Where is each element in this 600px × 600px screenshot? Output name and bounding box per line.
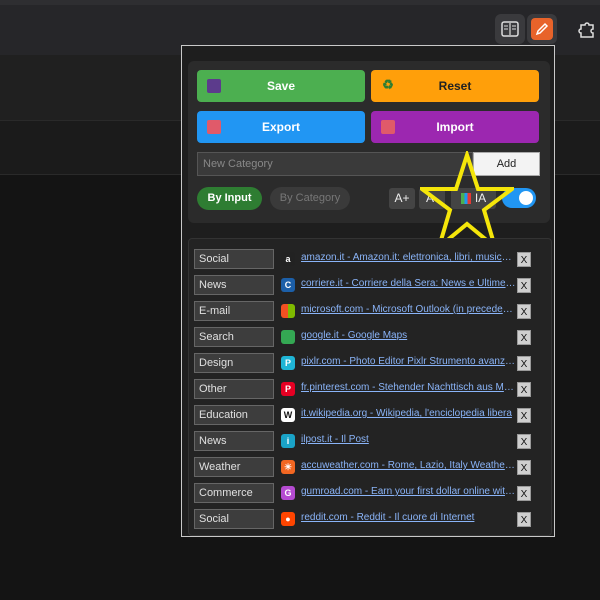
bookmark-link[interactable]: corriere.it - Corriere della Sera: News … — [301, 278, 516, 289]
category-field[interactable]: News — [194, 275, 274, 295]
bookmark-link[interactable]: it.wikipedia.org - Wikipedia, l'enciclop… — [301, 408, 516, 419]
ilpost-icon: i — [281, 434, 295, 448]
recycle-icon: ♻ — [382, 77, 394, 92]
bookmark-link[interactable]: google.it - Google Maps — [301, 330, 516, 341]
star-annotation — [420, 151, 514, 251]
list-item: E-mail microsoft.com - Microsoft Outlook … — [194, 301, 544, 323]
category-field[interactable]: Other — [194, 379, 274, 399]
category-field[interactable]: Weather — [194, 457, 274, 477]
category-field[interactable]: Social — [194, 509, 274, 529]
reset-button[interactable]: ♻ Reset — [371, 70, 539, 102]
tab-strip — [0, 0, 600, 5]
puzzle-extensions-icon[interactable] — [572, 14, 600, 44]
toggle-knob — [519, 191, 533, 205]
reset-label: Reset — [438, 79, 472, 93]
pencil-extension-icon[interactable] — [527, 14, 557, 44]
reddit-icon: ● — [281, 512, 295, 526]
floppy-disk-icon — [207, 79, 221, 93]
bookmark-link[interactable]: accuweather.com - Rome, Lazio, Italy Wea… — [301, 460, 516, 471]
amazon-icon: a — [281, 252, 295, 266]
list-item: Weather ☀ accuweather.com - Rome, Lazio, I… — [194, 457, 544, 479]
corriere-icon: C — [281, 278, 295, 292]
category-field[interactable]: Design — [194, 353, 274, 373]
export-button[interactable]: Export — [197, 111, 365, 143]
bookmark-link[interactable]: gumroad.com - Earn your first dollar onl… — [301, 486, 516, 497]
font-increase-button[interactable]: A+ — [389, 188, 415, 209]
list-item: Search google.it - Google Maps X — [194, 327, 544, 349]
bookmark-list: Social a amazon.it - Amazon.it: elettronic… — [188, 238, 552, 536]
delete-button[interactable]: X — [517, 304, 531, 319]
extension-popup: Save ♻ Reset Export Import New Category … — [181, 45, 555, 537]
category-field[interactable]: Social — [194, 249, 274, 269]
save-label: Save — [266, 79, 296, 93]
category-field[interactable]: E-mail — [194, 301, 274, 321]
save-button[interactable]: Save — [197, 70, 365, 102]
gumroad-icon: G — [281, 486, 295, 500]
delete-button[interactable]: X — [517, 278, 531, 293]
import-label: Import — [436, 120, 474, 134]
inbox-icon — [381, 120, 395, 134]
delete-button[interactable]: X — [517, 512, 531, 527]
bookmark-link[interactable]: reddit.com - Reddit - Il cuore di Intern… — [301, 512, 516, 523]
google-maps-icon — [281, 330, 295, 344]
list-item: News Ccorriere.it - Corriere della Sera: … — [194, 275, 544, 297]
pixlr-icon: P — [281, 356, 295, 370]
delete-button[interactable]: X — [517, 486, 531, 501]
sort-by-category-button[interactable]: By Category — [270, 187, 350, 210]
list-item: Commerce Ggumroad.com - Earn your first d… — [194, 483, 544, 505]
list-item: Other Pfr.pinterest.com - Stehender Nacht… — [194, 379, 544, 401]
accuweather-icon: ☀ — [281, 460, 295, 474]
export-label: Export — [261, 120, 300, 134]
import-button[interactable]: Import — [371, 111, 539, 143]
delete-button[interactable]: X — [517, 434, 531, 449]
delete-button[interactable]: X — [517, 382, 531, 397]
bookmark-link[interactable]: fr.pinterest.com - Stehender Nachttisch … — [301, 382, 516, 393]
list-item: Education Wit.wikipedia.org - Wikipedia, … — [194, 405, 544, 427]
category-field[interactable]: Search — [194, 327, 274, 347]
list-item: Design Ppixlr.com - Photo Editor Pixlr St… — [194, 353, 544, 375]
delete-button[interactable]: X — [517, 356, 531, 371]
bookmark-link[interactable]: pixlr.com - Photo Editor Pixlr Strumento… — [301, 356, 516, 367]
reader-view-icon[interactable] — [495, 14, 525, 44]
bookmark-link[interactable]: amazon.it - Amazon.it: elettronica, libr… — [301, 252, 516, 263]
outbox-icon — [207, 120, 221, 134]
pinterest-icon: P — [281, 382, 295, 396]
delete-button[interactable]: X — [517, 252, 531, 267]
delete-button[interactable]: X — [517, 330, 531, 345]
delete-button[interactable]: X — [517, 408, 531, 423]
list-item: News i ilpost.it - Il Post X — [194, 431, 544, 453]
list-item: Social ● reddit.com - Reddit - Il cuore di… — [194, 509, 544, 531]
list-item: Social a amazon.it - Amazon.it: elettronic… — [194, 249, 544, 271]
wikipedia-icon: W — [281, 408, 295, 422]
microsoft-icon — [281, 304, 295, 318]
bookmark-link[interactable]: ilpost.it - Il Post — [301, 434, 516, 445]
category-field[interactable]: Commerce — [194, 483, 274, 503]
category-field[interactable]: Education — [194, 405, 274, 425]
sort-by-input-button[interactable]: By Input — [197, 187, 262, 210]
category-field[interactable]: News — [194, 431, 274, 451]
pencil-icon — [531, 18, 553, 40]
bookmark-link[interactable]: microsoft.com - Microsoft Outlook (in pr… — [301, 304, 516, 315]
delete-button[interactable]: X — [517, 460, 531, 475]
